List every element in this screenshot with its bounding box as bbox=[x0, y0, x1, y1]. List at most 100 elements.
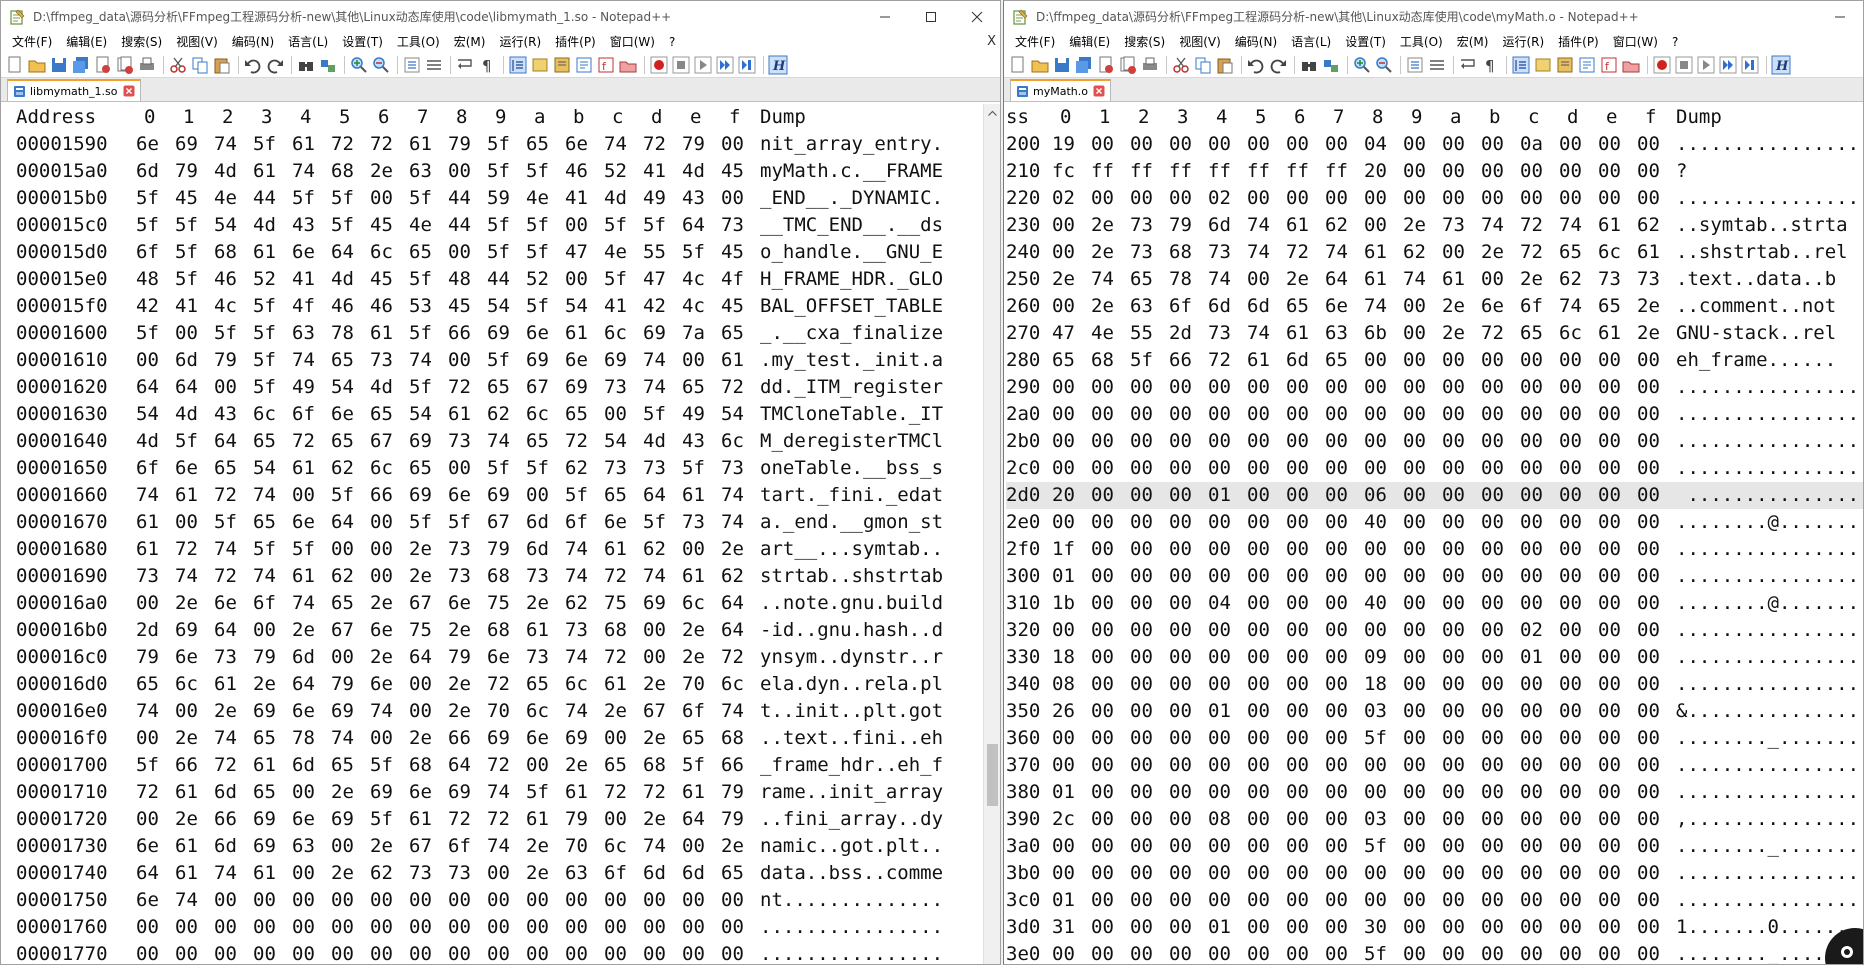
menu-edit[interactable]: 编辑(E) bbox=[1062, 32, 1117, 52]
hex-grid[interactable]: Address 0 1 2 3 4 5 6 7 8 9 a b c d e f Dump 00001590 6e 69 7… bbox=[16, 104, 984, 964]
hex-grid[interactable]: ss 0 1 2 3 4 5 6 7 8 9 a b c d e f Dump 200 19 00 00 00 00 00 00 0… bbox=[1006, 104, 1863, 964]
copy-button[interactable] bbox=[190, 55, 210, 75]
sync-vertical-button[interactable] bbox=[1405, 55, 1425, 75]
cut-button[interactable] bbox=[168, 55, 188, 75]
hex-row[interactable]: 00001660 74 61 72 74 00 5f 66 69 6e 69 00 5f 65 64 61 74… bbox=[16, 482, 984, 509]
play-macro-button[interactable] bbox=[1696, 55, 1716, 75]
tab-mymath-o[interactable]: myMath.o bbox=[1010, 79, 1111, 101]
hex-row[interactable]: 00001770 00 00 00 00 00 00 00 00 00 00 00 00 00 00 00 00… bbox=[16, 941, 984, 964]
hex-row[interactable]: 00001760 00 00 00 00 00 00 00 00 00 00 00 00 00 00 00 00… bbox=[16, 914, 984, 941]
menu-file[interactable]: 文件(F) bbox=[1008, 32, 1062, 52]
hex-row[interactable]: 240 00 2e 73 68 73 74 72 74 61 62 00 2e 72 65 6c 61 ..shs… bbox=[1006, 239, 1863, 266]
hex-row[interactable]: 00001730 6e 61 6d 69 63 00 2e 67 6f 74 2e 70 6c 74 00 2e… bbox=[16, 833, 984, 860]
hex-row[interactable]: 00001650 6f 6e 65 54 61 62 6c 65 00 5f 5f 62 73 73 5f 73… bbox=[16, 455, 984, 482]
vertical-scrollbar[interactable] bbox=[983, 104, 1000, 964]
sync-horizontal-button[interactable] bbox=[424, 55, 444, 75]
play-multiple-button[interactable] bbox=[1718, 55, 1738, 75]
cut-button[interactable] bbox=[1171, 55, 1191, 75]
hex-row[interactable]: 000015f0 42 41 4c 5f 4f 46 46 53 45 54 5f 54 41 42 4c 45… bbox=[16, 293, 984, 320]
hex-row[interactable]: 2a0 00 00 00 00 00 00 00 00 00 00 00 00 00 00 00 00.....… bbox=[1006, 401, 1863, 428]
hex-row[interactable]: 00001700 5f 66 72 61 6d 65 5f 68 64 72 00 2e 65 68 5f 66… bbox=[16, 752, 984, 779]
hex-row[interactable]: 00001640 4d 5f 64 65 72 65 67 69 73 74 65 72 54 4d 43 6c… bbox=[16, 428, 984, 455]
hex-row[interactable]: 3c0 01 00 00 00 00 00 00 00 00 00 00 00 00 00 00 00.....… bbox=[1006, 887, 1863, 914]
user-language-button[interactable] bbox=[1533, 55, 1553, 75]
hex-row[interactable]: 210 fc ff ff ff ff ff ff ff 20 00 00 00 00 00 00 00? bbox=[1006, 158, 1863, 185]
hex-row[interactable]: 000016d0 65 6c 61 2e 64 79 6e 00 2e 72 65 6c 61 2e 70 6c… bbox=[16, 671, 984, 698]
hex-row[interactable]: 280 65 68 5f 66 72 61 6d 65 00 00 00 00 00 00 00 00 eh_fr… bbox=[1006, 347, 1863, 374]
hex-row[interactable]: 3b0 00 00 00 00 00 00 00 00 00 00 00 00 00 00 00 00.....… bbox=[1006, 860, 1863, 887]
hex-row[interactable]: 00001680 61 72 74 5f 5f 00 00 2e 73 79 6d 74 61 62 00 2e… bbox=[16, 536, 984, 563]
new-file-button[interactable] bbox=[5, 55, 25, 75]
menu-encoding[interactable]: 编码(N) bbox=[225, 32, 281, 52]
hex-row[interactable]: 2e0 00 00 00 00 00 00 00 00 40 00 00 00 00 00 00 00.....… bbox=[1006, 509, 1863, 536]
scroll-up-button[interactable] bbox=[984, 104, 1000, 121]
sync-horizontal-button[interactable] bbox=[1427, 55, 1447, 75]
menu-window[interactable]: 窗口(W) bbox=[603, 32, 662, 52]
save-all-button[interactable] bbox=[71, 55, 91, 75]
hex-editor[interactable]: ss 0 1 2 3 4 5 6 7 8 9 a b c d e f Dump 200 19 00 00 00 00 00 00 0… bbox=[1004, 104, 1863, 964]
hex-row[interactable]: 000016c0 79 6e 73 79 6d 00 2e 64 79 6e 73 74 72 00 2e 72… bbox=[16, 644, 984, 671]
replace-button[interactable] bbox=[1321, 55, 1341, 75]
zoom-out-button[interactable] bbox=[1374, 55, 1394, 75]
hex-row[interactable]: 000016e0 74 00 2e 69 6e 69 74 00 2e 70 6c 74 2e 67 6f 74… bbox=[16, 698, 984, 725]
hex-row[interactable]: 350 26 00 00 00 01 00 00 00 03 00 00 00 00 00 00 00 &....… bbox=[1006, 698, 1863, 725]
menu-search[interactable]: 搜索(S) bbox=[1117, 32, 1172, 52]
minimize-button[interactable] bbox=[862, 1, 908, 32]
menu-run[interactable]: 运行(R) bbox=[492, 32, 548, 52]
menu-view[interactable]: 视图(V) bbox=[1172, 32, 1228, 52]
folder-workspace-button[interactable]: f bbox=[596, 55, 616, 75]
menu-help[interactable]: ? bbox=[662, 32, 682, 52]
hex-row[interactable]: 380 01 00 00 00 00 00 00 00 00 00 00 00 00 00 00 00.....… bbox=[1006, 779, 1863, 806]
save-button[interactable] bbox=[1052, 55, 1072, 75]
tab-close-icon[interactable] bbox=[1093, 85, 1105, 97]
hex-row[interactable]: 270 47 4e 55 2d 73 74 61 63 6b 00 2e 72 65 6c 61 2e GNU-s… bbox=[1006, 320, 1863, 347]
hex-row[interactable]: 00001670 61 00 5f 65 6e 64 00 5f 5f 67 6d 6f 6e 5f 73 74… bbox=[16, 509, 984, 536]
hex-row[interactable]: 200 19 00 00 00 00 00 00 00 04 00 00 00 0a 00 00 00.....… bbox=[1006, 131, 1863, 158]
menu-view[interactable]: 视图(V) bbox=[169, 32, 225, 52]
copy-button[interactable] bbox=[1193, 55, 1213, 75]
hex-row[interactable]: 300 01 00 00 00 00 00 00 00 00 00 00 00 00 00 00 00.....… bbox=[1006, 563, 1863, 590]
hex-row[interactable]: 000015a0 6d 79 4d 61 74 68 2e 63 00 5f 5f 46 52 41 4d 45… bbox=[16, 158, 984, 185]
hex-row[interactable]: 330 18 00 00 00 00 00 00 00 09 00 00 00 01 00 00 00.....… bbox=[1006, 644, 1863, 671]
menu-settings[interactable]: 设置(T) bbox=[335, 32, 390, 52]
hex-row[interactable]: 260 00 2e 63 6f 6d 6d 65 6e 74 00 2e 6e 6f 74 65 2e ..com… bbox=[1006, 293, 1863, 320]
hex-row[interactable]: 000015d0 6f 5f 68 61 6e 64 6c 65 00 5f 5f 47 4e 55 5f 45… bbox=[16, 239, 984, 266]
tab-close-icon[interactable] bbox=[123, 85, 135, 97]
save-all-button[interactable] bbox=[1074, 55, 1094, 75]
hex-row[interactable]: 00001620 64 64 00 5f 49 54 4d 5f 72 65 67 69 73 74 65 72… bbox=[16, 374, 984, 401]
play-multiple-button[interactable] bbox=[715, 55, 735, 75]
record-macro-button[interactable] bbox=[1652, 55, 1672, 75]
indent-guide-button[interactable] bbox=[1511, 55, 1531, 75]
sync-vertical-button[interactable] bbox=[402, 55, 422, 75]
open-file-button[interactable] bbox=[1030, 55, 1050, 75]
maximize-button[interactable] bbox=[908, 1, 954, 32]
paste-button[interactable] bbox=[1215, 55, 1235, 75]
function-list-button[interactable] bbox=[574, 55, 594, 75]
menu-run[interactable]: 运行(R) bbox=[1495, 32, 1551, 52]
user-language-button[interactable] bbox=[530, 55, 550, 75]
stop-record-button[interactable] bbox=[671, 55, 691, 75]
paste-button[interactable] bbox=[212, 55, 232, 75]
hex-row[interactable]: 000015e0 48 5f 46 52 41 4d 45 5f 48 44 52 00 5f 47 4c 4f… bbox=[16, 266, 984, 293]
stop-record-button[interactable] bbox=[1674, 55, 1694, 75]
hex-row[interactable]: 310 1b 00 00 00 04 00 00 00 40 00 00 00 00 00 00 00.....… bbox=[1006, 590, 1863, 617]
zoom-in-button[interactable] bbox=[349, 55, 369, 75]
hex-row[interactable]: 3a0 00 00 00 00 00 00 00 00 5f 00 00 00 00 00 00 00.....… bbox=[1006, 833, 1863, 860]
menu-language[interactable]: 语言(L) bbox=[281, 32, 335, 52]
doc-map-button[interactable] bbox=[552, 55, 572, 75]
hex-row[interactable]: 3e0 00 00 00 00 00 00 00 00 5f 00 00 00 00 00 00 00.....… bbox=[1006, 941, 1863, 964]
show-all-chars-button[interactable]: ¶ bbox=[477, 55, 497, 75]
menu-encoding[interactable]: 编码(N) bbox=[1228, 32, 1284, 52]
menu-file[interactable]: 文件(F) bbox=[5, 32, 59, 52]
new-file-button[interactable] bbox=[1008, 55, 1028, 75]
print-button[interactable] bbox=[137, 55, 157, 75]
hex-row[interactable]: 00001710 72 61 6d 65 00 2e 69 6e 69 74 5f 61 72 72 61 79… bbox=[16, 779, 984, 806]
hex-row[interactable]: 360 00 00 00 00 00 00 00 00 5f 00 00 00 00 00 00 00.....… bbox=[1006, 725, 1863, 752]
floating-assistant-icon[interactable] bbox=[1811, 912, 1863, 964]
open-file-button[interactable] bbox=[27, 55, 47, 75]
hex-row[interactable]: 00001750 6e 74 00 00 00 00 00 00 00 00 00 00 00 00 00 00… bbox=[16, 887, 984, 914]
menu-tools[interactable]: 工具(O) bbox=[1393, 32, 1450, 52]
hex-row[interactable]: 220 02 00 00 00 02 00 00 00 00 00 00 00 00 00 00 00.....… bbox=[1006, 185, 1863, 212]
hex-row[interactable]: 250 2e 74 65 78 74 00 2e 64 61 74 61 00 2e 62 73 73 .text… bbox=[1006, 266, 1863, 293]
redo-button[interactable] bbox=[265, 55, 285, 75]
